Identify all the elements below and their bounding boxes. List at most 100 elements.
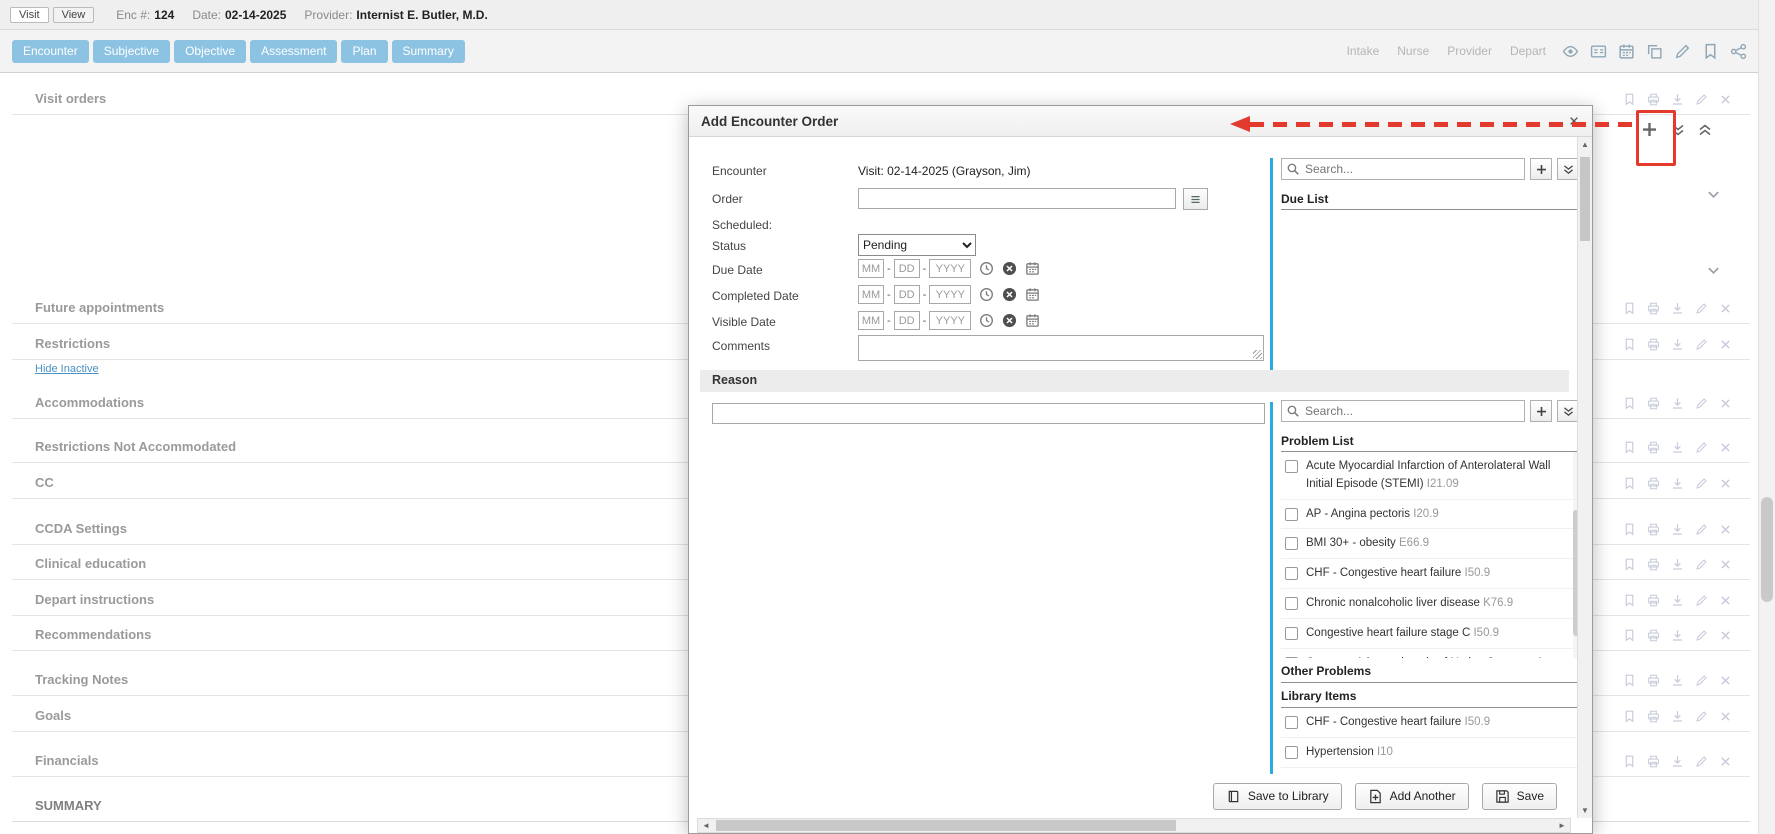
reason-expand-button[interactable]	[1557, 400, 1579, 422]
printer-icon[interactable]	[1647, 397, 1660, 410]
x-icon[interactable]	[1719, 594, 1732, 607]
comments-textarea[interactable]	[859, 336, 1263, 360]
pencil-icon[interactable]	[1695, 629, 1708, 642]
pencil-icon[interactable]	[1695, 477, 1708, 490]
pencil-icon[interactable]	[1695, 441, 1708, 454]
checkbox[interactable]	[1285, 537, 1298, 550]
page-scrollbar-thumb[interactable]	[1761, 497, 1773, 602]
problem-item[interactable]: Congestive heart failure stage C I50.9	[1281, 619, 1579, 649]
problem-item[interactable]: CHF - Congestive heart failure I50.9	[1281, 559, 1579, 589]
printer-icon[interactable]	[1647, 710, 1660, 723]
printer-icon[interactable]	[1647, 674, 1660, 687]
reason-add-button[interactable]	[1530, 400, 1552, 422]
download-icon[interactable]	[1671, 338, 1684, 351]
card-icon[interactable]	[1590, 43, 1607, 60]
clock-icon[interactable]	[979, 261, 994, 276]
bookmark-icon[interactable]	[1623, 338, 1636, 351]
x-icon[interactable]	[1719, 93, 1732, 106]
bookmark-icon[interactable]	[1623, 93, 1636, 106]
download-icon[interactable]	[1671, 594, 1684, 607]
bookmark-icon[interactable]	[1623, 558, 1636, 571]
scroll-up-arrow[interactable]: ▲	[1578, 140, 1592, 149]
printer-icon[interactable]	[1647, 594, 1660, 607]
x-icon[interactable]	[1719, 523, 1732, 536]
close-icon[interactable]	[1568, 115, 1580, 127]
x-icon[interactable]	[1719, 755, 1732, 768]
clear-date-icon[interactable]	[1002, 313, 1017, 328]
download-icon[interactable]	[1671, 674, 1684, 687]
bookmark-icon[interactable]	[1623, 674, 1636, 687]
download-icon[interactable]	[1671, 302, 1684, 315]
x-icon[interactable]	[1719, 629, 1732, 642]
share-icon[interactable]	[1730, 43, 1747, 60]
bookmark-icon[interactable]	[1623, 594, 1636, 607]
checkbox[interactable]	[1285, 460, 1298, 473]
x-icon[interactable]	[1719, 477, 1732, 490]
due-date-field[interactable]: MM- DD- YYYY	[858, 259, 1040, 278]
problem-item[interactable]: BMI 30+ - obesity E66.9	[1281, 529, 1579, 559]
download-icon[interactable]	[1671, 397, 1684, 410]
bookmark-icon[interactable]	[1702, 43, 1719, 60]
checkbox[interactable]	[1285, 746, 1298, 759]
order-browse-button[interactable]	[1183, 188, 1208, 210]
due-search-input[interactable]	[1281, 158, 1525, 180]
printer-icon[interactable]	[1647, 338, 1660, 351]
bookmark-icon[interactable]	[1623, 397, 1636, 410]
bookmark-icon[interactable]	[1623, 302, 1636, 315]
printer-icon[interactable]	[1647, 93, 1660, 106]
expand-all-icon[interactable]	[1670, 122, 1686, 138]
tab-summary[interactable]: Summary	[392, 40, 465, 63]
save-button[interactable]: Save	[1482, 783, 1557, 810]
tab-assessment[interactable]: Assessment	[250, 40, 337, 63]
x-icon[interactable]	[1719, 397, 1732, 410]
chevron-down-icon[interactable]	[1706, 263, 1721, 278]
pencil-icon[interactable]	[1695, 338, 1708, 351]
printer-icon[interactable]	[1647, 755, 1660, 768]
checkbox[interactable]	[1285, 597, 1298, 610]
chevron-down-icon[interactable]	[1706, 187, 1721, 202]
checkbox[interactable]	[1285, 716, 1298, 729]
problem-item[interactable]: Coronary Atherosclerosis of Native Coron…	[1281, 649, 1579, 658]
download-icon[interactable]	[1671, 523, 1684, 536]
x-icon[interactable]	[1719, 441, 1732, 454]
problem-item[interactable]: CHF - Congestive heart failure I50.9	[1281, 708, 1579, 738]
due-expand-button[interactable]	[1557, 158, 1579, 180]
pencil-icon[interactable]	[1695, 523, 1708, 536]
clear-date-icon[interactable]	[1002, 287, 1017, 302]
modal-vertical-scrollbar[interactable]: ▲ ▼	[1577, 137, 1592, 818]
pencil-icon[interactable]	[1695, 674, 1708, 687]
download-icon[interactable]	[1671, 629, 1684, 642]
tab-subjective[interactable]: Subjective	[93, 40, 170, 63]
bookmark-icon[interactable]	[1623, 755, 1636, 768]
download-icon[interactable]	[1671, 477, 1684, 490]
pencil-icon[interactable]	[1695, 558, 1708, 571]
calendar-icon[interactable]	[1618, 43, 1635, 60]
checkbox[interactable]	[1285, 508, 1298, 521]
problem-item[interactable]: Hypertension I10	[1281, 738, 1579, 768]
clock-icon[interactable]	[979, 313, 994, 328]
x-icon[interactable]	[1719, 674, 1732, 687]
download-icon[interactable]	[1671, 755, 1684, 768]
printer-icon[interactable]	[1647, 558, 1660, 571]
printer-icon[interactable]	[1647, 523, 1660, 536]
download-icon[interactable]	[1671, 93, 1684, 106]
bookmark-icon[interactable]	[1623, 441, 1636, 454]
link-depart[interactable]: Depart	[1510, 44, 1546, 58]
calendar-icon[interactable]	[1025, 261, 1040, 276]
pencil-icon[interactable]	[1695, 302, 1708, 315]
view-tab[interactable]: View	[53, 7, 95, 23]
page-scrollbar[interactable]	[1758, 0, 1775, 834]
add-order-icon[interactable]	[1640, 120, 1659, 139]
completed-date-field[interactable]: MM- DD- YYYY	[858, 285, 1040, 304]
order-input[interactable]	[858, 188, 1176, 209]
collapse-all-icon[interactable]	[1697, 122, 1713, 138]
download-icon[interactable]	[1671, 441, 1684, 454]
due-add-button[interactable]	[1530, 158, 1552, 180]
bookmark-icon[interactable]	[1623, 710, 1636, 723]
bookmark-icon[interactable]	[1623, 629, 1636, 642]
printer-icon[interactable]	[1647, 629, 1660, 642]
link-nurse[interactable]: Nurse	[1397, 44, 1429, 58]
x-icon[interactable]	[1719, 338, 1732, 351]
tab-objective[interactable]: Objective	[174, 40, 246, 63]
printer-icon[interactable]	[1647, 477, 1660, 490]
